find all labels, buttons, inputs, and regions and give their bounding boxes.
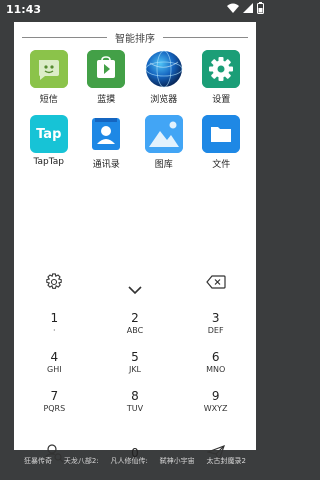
key-letters: ABC	[126, 326, 144, 335]
app-label: 通讯录	[92, 160, 120, 170]
key-letters: ·	[53, 326, 56, 335]
app-label: 蓝摸	[97, 95, 116, 105]
store-icon	[87, 50, 126, 88]
gallery-icon	[144, 115, 183, 153]
taptap-icon: Tap	[29, 115, 68, 153]
app-browser[interactable]: 浏览器	[135, 50, 193, 105]
status-time: 11:43	[6, 3, 42, 16]
key-letters: GHI	[47, 365, 62, 374]
dial-key-7[interactable]: 7 PQRS	[14, 382, 95, 421]
dialer-pad: 1 · 2 ABC 3 DEF 4 GHI 5 JKL 6 MNO 7 PQRS…	[14, 266, 256, 463]
settings-gear-icon	[202, 50, 241, 88]
key-letters: DEF	[207, 326, 224, 335]
dial-key-1[interactable]: 1 ·	[14, 304, 95, 343]
app-gallery[interactable]: 图库	[135, 115, 193, 170]
divider-left	[22, 36, 107, 38]
app-label: 短信	[39, 95, 58, 105]
dial-key-3[interactable]: 3 DEF	[175, 304, 256, 343]
folder-icon	[202, 115, 241, 153]
key-letters: PQRS	[43, 404, 66, 413]
app-taptap[interactable]: Tap TapTap	[20, 115, 78, 170]
key-digit: 2	[131, 311, 139, 325]
app-contacts[interactable]: 通讯录	[78, 115, 136, 170]
dial-key-6[interactable]: 6 MNO	[175, 343, 256, 382]
app-grid: 短信 蓝摸 浏览器 设置 Tap TapTap 通讯录 图库 文件	[20, 50, 250, 170]
status-icons	[227, 1, 264, 17]
battery-icon	[257, 1, 264, 17]
key-digit: 8	[131, 389, 139, 403]
app-label: 图库	[154, 160, 173, 170]
dial-key-2[interactable]: 2 ABC	[95, 304, 176, 343]
divider-right	[163, 36, 248, 38]
key-digit: 7	[50, 389, 59, 403]
browser-globe-icon	[145, 50, 183, 88]
ticker-item: 狂暴传奇	[24, 457, 52, 465]
dial-key-9[interactable]: 9 WXYZ	[175, 382, 256, 421]
key-digit: 5	[131, 350, 139, 364]
app-settings[interactable]: 设置	[193, 50, 251, 105]
wifi-icon	[227, 3, 239, 16]
key-digit: 1	[50, 311, 59, 325]
app-label: 文件	[212, 160, 231, 170]
key-letters: JKL	[128, 365, 142, 374]
app-label: 浏览器	[150, 95, 178, 105]
dial-key-4[interactable]: 4 GHI	[14, 343, 95, 382]
status-bar: 11:43	[0, 0, 270, 18]
background-ticker: 狂暴传奇 天龙八部2: 凡人修仙传: 弑神小宇宙 太古封魔录2	[0, 456, 270, 468]
dialer-keys: 1 · 2 ABC 3 DEF 4 GHI 5 JKL 6 MNO 7 PQRS…	[14, 304, 256, 421]
dial-key-5[interactable]: 5 JKL	[95, 343, 176, 382]
backspace-icon[interactable]	[204, 270, 228, 294]
app-label: TapTap	[33, 157, 64, 167]
sms-icon	[29, 50, 68, 88]
key-digit: 9	[211, 389, 220, 403]
taptap-logo-text: Tap	[36, 126, 62, 142]
section-title: 智能排序	[115, 33, 155, 45]
dialer-controls	[14, 270, 256, 298]
gear-icon[interactable]	[42, 270, 66, 294]
key-digit: 4	[50, 350, 59, 364]
key-digit: 3	[211, 311, 220, 325]
key-letters: TUV	[126, 404, 144, 413]
section-header: 智能排序	[14, 28, 256, 46]
ticker-item: 弑神小宇宙	[159, 457, 195, 465]
app-label: 设置	[212, 95, 231, 105]
key-letters: MNO	[206, 365, 226, 374]
app-sms[interactable]: 短信	[20, 50, 78, 105]
ticker-item: 太古封魔录2	[206, 457, 246, 465]
chevron-down-icon[interactable]	[123, 280, 147, 300]
ticker-item: 凡人修仙传:	[110, 457, 148, 465]
app-store[interactable]: 蓝摸	[78, 50, 136, 105]
key-letters: WXYZ	[203, 404, 228, 413]
key-digit: 6	[211, 350, 220, 364]
contacts-icon	[87, 115, 125, 153]
signal-icon	[243, 2, 253, 16]
ticker-item: 天龙八部2:	[63, 457, 99, 465]
app-files[interactable]: 文件	[193, 115, 251, 170]
dial-key-8[interactable]: 8 TUV	[95, 382, 176, 421]
app-picker-sheet: 智能排序 短信 蓝摸 浏览器 设置 Tap TapTap 通讯录 图库 文件 1…	[14, 22, 256, 463]
